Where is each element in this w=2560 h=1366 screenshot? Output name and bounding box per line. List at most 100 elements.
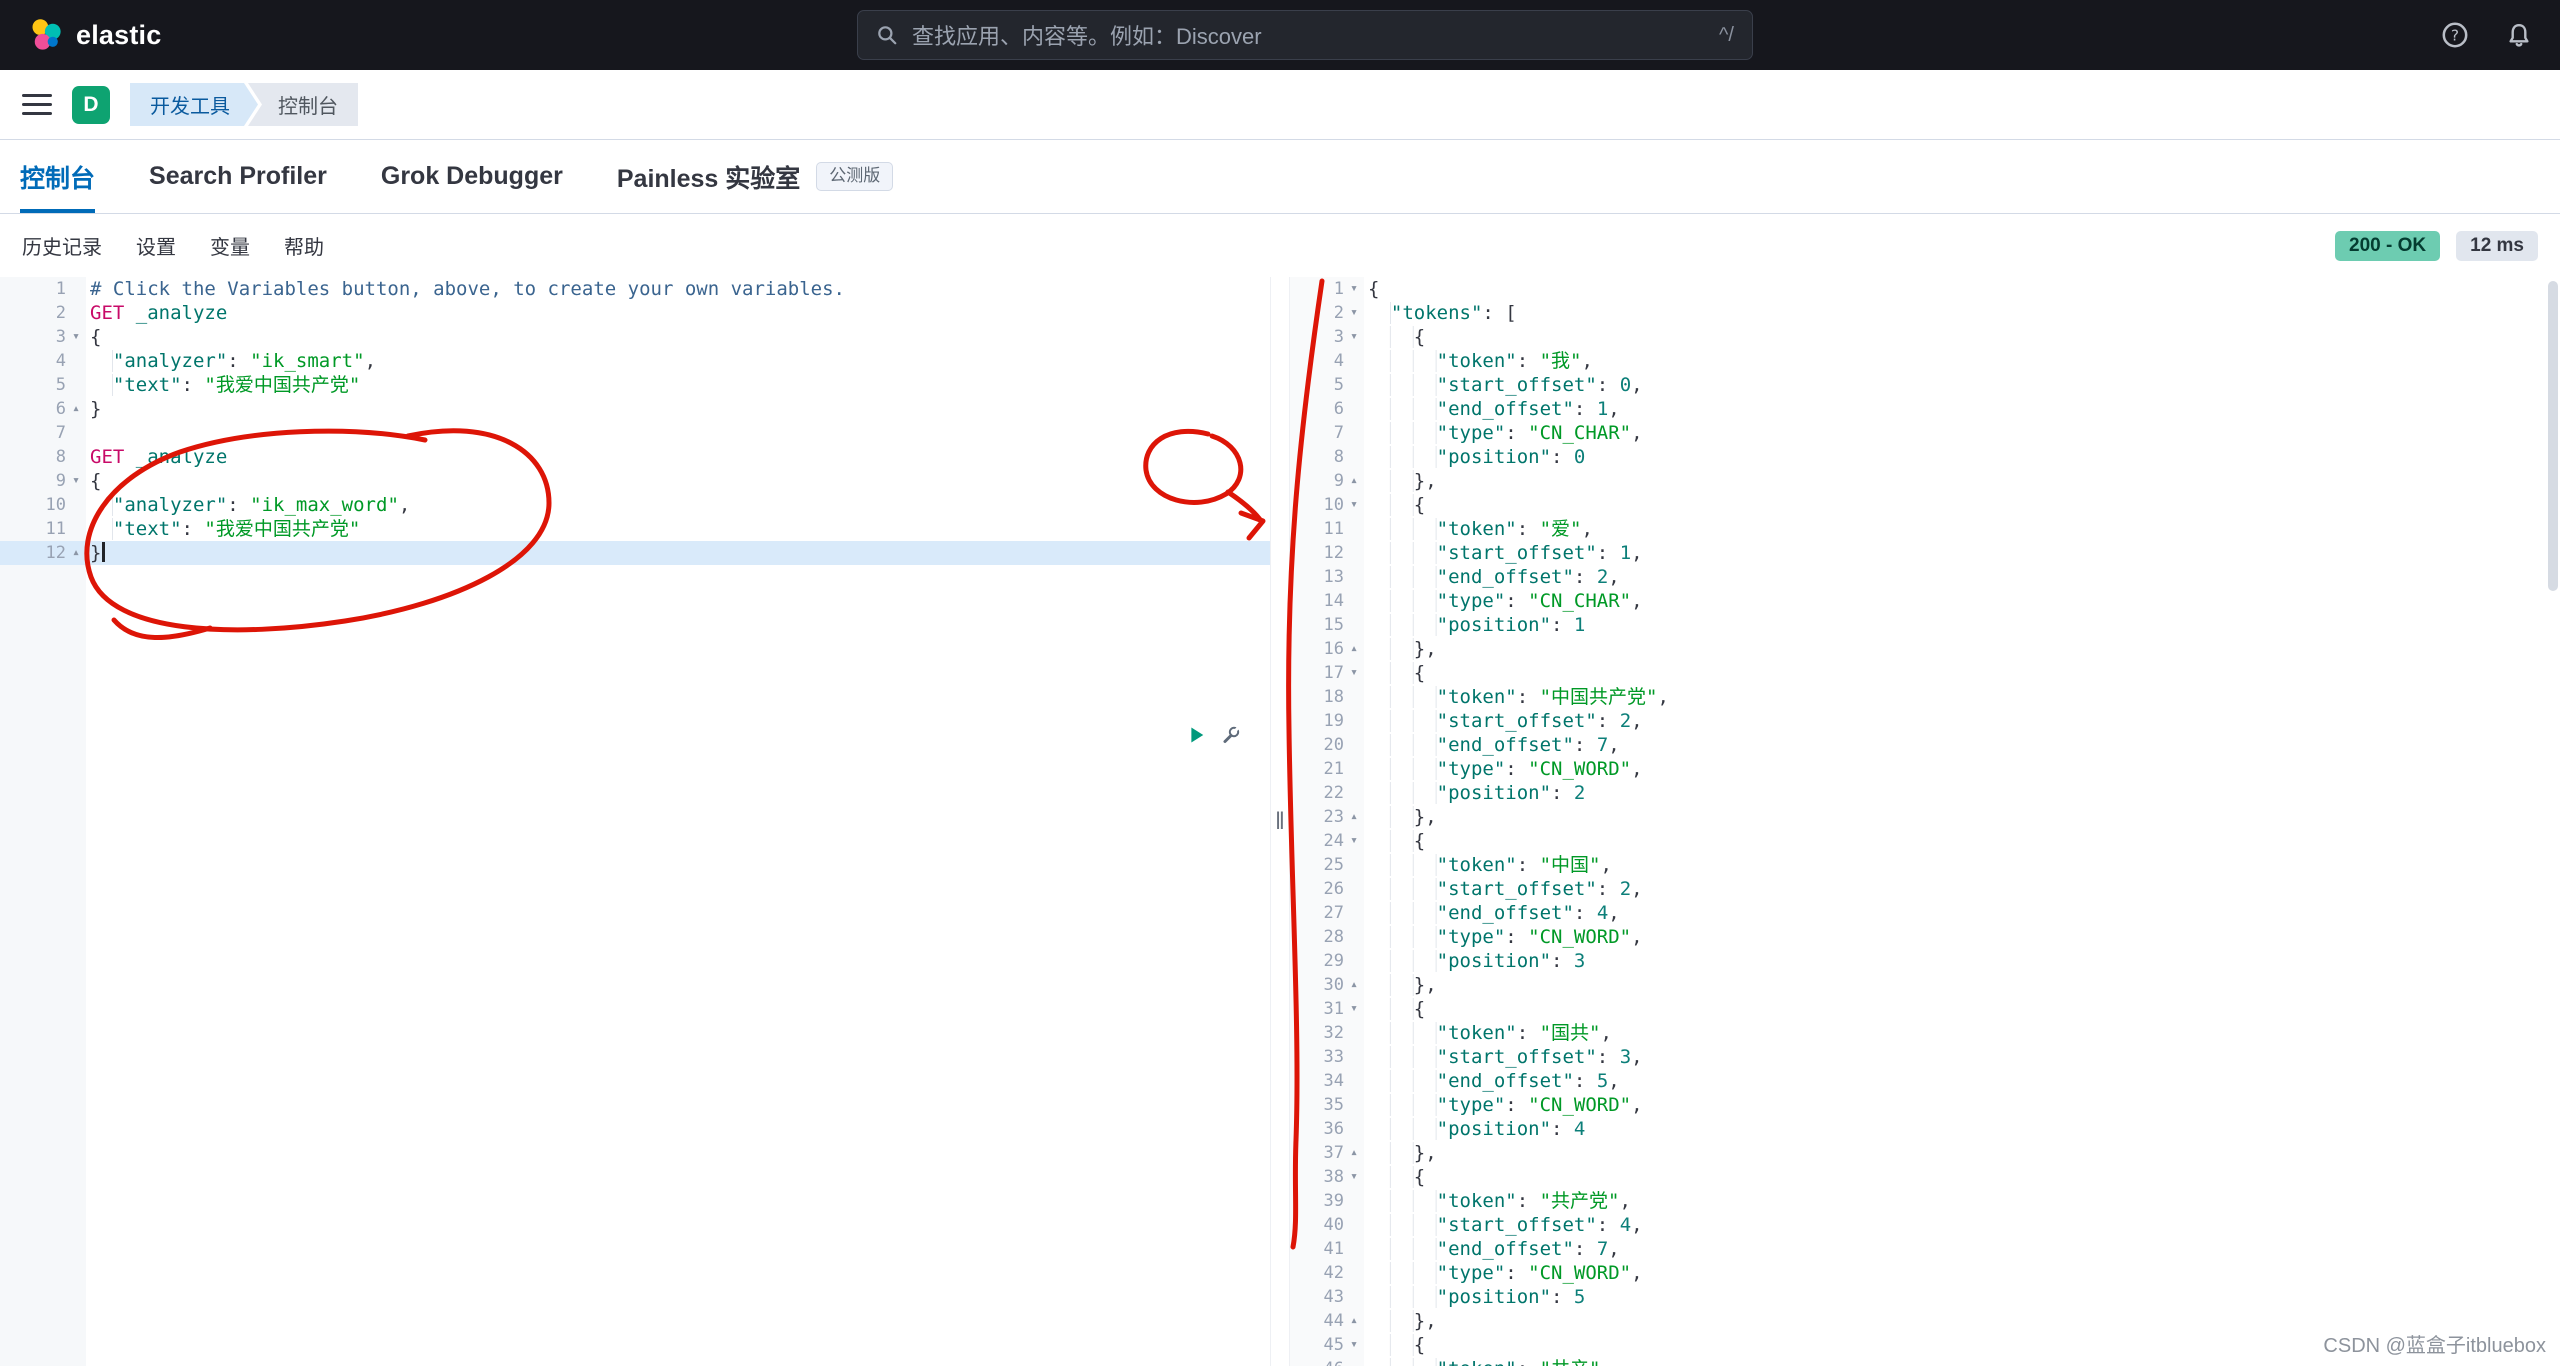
fold-spacer [1344,589,1364,613]
fold-toggle-icon[interactable]: ▾ [1344,997,1364,1021]
panel-resize-handle[interactable]: ‖ [1270,277,1290,1366]
menu-hamburger-icon[interactable] [22,94,52,115]
code-text: { [1364,1333,1425,1357]
line-number: 36 [1290,1117,1344,1141]
code-text: "token": "中国共产党", [1364,685,1669,709]
fold-spacer [1344,613,1364,637]
code-text: { [1364,493,1425,517]
fold-spacer [1344,1093,1364,1117]
code-line: 7 [0,421,1270,445]
fold-toggle-icon[interactable]: ▾ [66,325,86,349]
line-number: 7 [0,421,66,445]
fold-spacer [1344,877,1364,901]
code-text: "token": "爱", [1364,517,1593,541]
fold-toggle-icon[interactable]: ▴ [1344,805,1364,829]
logo-text: elastic [76,20,161,51]
fold-toggle-icon[interactable]: ▾ [1344,301,1364,325]
tab-search-profiler[interactable]: Search Profiler [149,140,327,213]
fold-spacer [1344,397,1364,421]
code-line: 24▾ { [1290,829,2560,853]
fold-spacer [1344,541,1364,565]
send-request-button[interactable] [1186,724,1208,746]
code-text: "tokens": [ [1364,301,1517,325]
request-editor[interactable]: 1# Click the Variables button, above, to… [0,277,1270,565]
code-line: 8 "position": 0 [1290,445,2560,469]
fold-toggle-icon[interactable]: ▴ [1344,1309,1364,1333]
code-line: 10 "analyzer": "ik_max_word", [0,493,1270,517]
fold-toggle-icon[interactable]: ▾ [1344,493,1364,517]
fold-spacer [66,301,86,325]
toolbar-variables-button[interactable]: 变量 [210,231,250,260]
tab-label: Grok Debugger [381,162,563,191]
fold-toggle-icon[interactable]: ▾ [1344,325,1364,349]
line-number: 11 [0,517,66,541]
deployment-avatar[interactable]: D [72,86,110,124]
fold-spacer [1344,445,1364,469]
search-shortcut-hint: ^/ [1719,24,1734,47]
breadcrumb: 开发工具控制台 [130,83,358,126]
line-number: 8 [1290,445,1344,469]
fold-toggle-icon[interactable]: ▾ [1344,1333,1364,1357]
fold-toggle-icon[interactable]: ▾ [1344,661,1364,685]
notifications-bell-icon[interactable] [2504,20,2534,50]
toolbar-history-button[interactable]: 历史记录 [22,231,102,260]
fold-toggle-icon[interactable]: ▾ [1344,829,1364,853]
request-options-wrench-button[interactable] [1220,724,1242,746]
code-text: }, [1364,805,1437,829]
line-number: 16 [1290,637,1344,661]
toolbar-help-button[interactable]: 帮助 [284,231,324,260]
line-number: 24 [1290,829,1344,853]
fold-toggle-icon[interactable]: ▴ [66,541,86,565]
elastic-logo[interactable]: elastic [28,17,161,53]
console-toolbar-items: 历史记录 设置 变量 帮助 [22,231,324,260]
line-number: 41 [1290,1237,1344,1261]
fold-toggle-icon[interactable]: ▾ [1344,277,1364,301]
fold-spacer [1344,1117,1364,1141]
code-line: 25 "token": "中国", [1290,853,2560,877]
code-line: 11 "token": "爱", [1290,517,2560,541]
code-line: 8GET _analyze [0,445,1270,469]
fold-toggle-icon[interactable]: ▴ [1344,973,1364,997]
fold-toggle-icon[interactable]: ▾ [66,469,86,493]
fold-toggle-icon[interactable]: ▴ [1344,469,1364,493]
breadcrumb-console[interactable]: 控制台 [248,83,358,126]
fold-spacer [1344,517,1364,541]
code-text: } [86,397,101,421]
code-text: "end_offset": 5, [1364,1069,1620,1093]
tab-painless-lab[interactable]: Painless 实验室公测版 [617,140,893,213]
code-text: "type": "CN_WORD", [1364,757,1643,781]
fold-spacer [1344,349,1364,373]
tab-console[interactable]: 控制台 [20,140,95,213]
response-viewer[interactable]: 1▾{2▾ "tokens": [3▾ {4 "token": "我",5 "s… [1290,277,2560,1366]
code-text: "token": "我", [1364,349,1593,373]
line-number: 26 [1290,877,1344,901]
toolbar-settings-button[interactable]: 设置 [136,231,176,260]
fold-toggle-icon[interactable]: ▴ [1344,637,1364,661]
line-number: 40 [1290,1213,1344,1237]
code-line: 12▴} [0,541,1270,565]
fold-spacer [1344,685,1364,709]
help-icon[interactable]: ? [2440,20,2470,50]
fold-toggle-icon[interactable]: ▴ [1344,1141,1364,1165]
fold-toggle-icon[interactable]: ▾ [1344,1165,1364,1189]
resize-handle-glyph: ‖ [1275,808,1285,836]
code-line: 2▾ "tokens": [ [1290,301,2560,325]
code-line: 13 "end_offset": 2, [1290,565,2560,589]
code-line: 11 "text": "我爱中国共产党" [0,517,1270,541]
code-line: 22 "position": 2 [1290,781,2560,805]
line-number: 3 [1290,325,1344,349]
tab-grok-debugger[interactable]: Grok Debugger [381,140,563,213]
fold-spacer [1344,781,1364,805]
fold-spacer [1344,901,1364,925]
code-line: 26 "start_offset": 2, [1290,877,2560,901]
line-number: 46 [1290,1357,1344,1366]
code-text: "start_offset": 3, [1364,1045,1643,1069]
breadcrumb-dev-tools[interactable]: 开发工具 [130,83,258,126]
response-scrollbar-thumb[interactable] [2548,281,2558,591]
fold-toggle-icon[interactable]: ▴ [66,397,86,421]
line-number: 3 [0,325,66,349]
line-number: 45 [1290,1333,1344,1357]
code-text: "start_offset": 4, [1364,1213,1643,1237]
fold-spacer [66,421,86,445]
global-search-input[interactable]: 查找应用、内容等。例如：Discover ^/ [857,10,1753,60]
